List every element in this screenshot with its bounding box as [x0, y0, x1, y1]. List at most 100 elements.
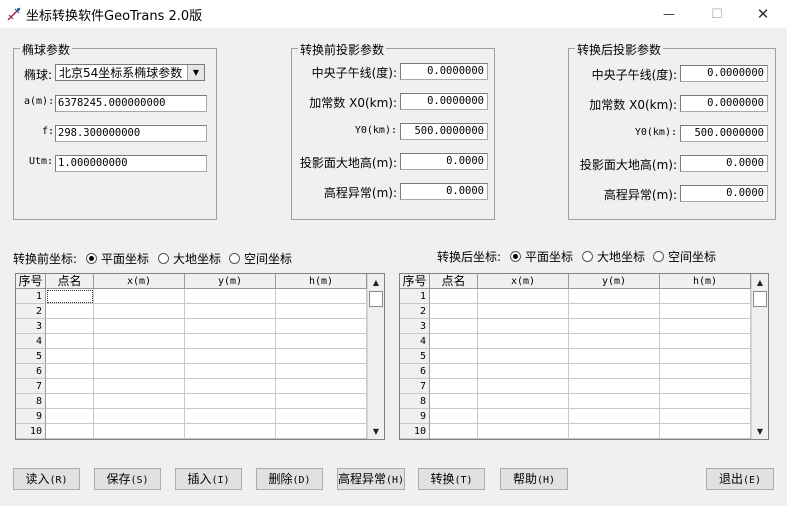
help-button[interactable]: 帮助(H) [500, 468, 568, 490]
dropdown-arrow-icon[interactable]: ▼ [187, 65, 204, 80]
after-x0-field[interactable]: 0.0000000 [680, 95, 768, 112]
after-coords-radio-label-2[interactable]: 空间坐标 [668, 248, 716, 265]
after-table-cell[interactable] [660, 349, 751, 364]
before-table-cell[interactable] [185, 319, 276, 334]
after-table-cell[interactable] [569, 409, 660, 424]
before-table-cell[interactable] [94, 304, 185, 319]
minimize-button[interactable]: — [646, 0, 692, 28]
before-table-cell[interactable] [46, 379, 94, 394]
read-button[interactable]: 读入(R) [13, 468, 80, 490]
after-table-cell[interactable] [660, 289, 751, 304]
exit-button[interactable]: 退出(E) [706, 468, 774, 490]
after-table-cell[interactable] [660, 394, 751, 409]
before-row-number[interactable]: 9 [16, 409, 46, 424]
before-table-cell[interactable] [185, 304, 276, 319]
after-row-number[interactable]: 4 [400, 334, 430, 349]
after-table-scrollbar[interactable]: ▲ ▼ [751, 274, 768, 439]
after-coords-radio-0[interactable] [510, 251, 521, 262]
after-row-number[interactable]: 2 [400, 304, 430, 319]
after-coords-table[interactable]: 序号 点名 x(m) y(m) h(m) 1 2 3 4 5 6 7 8 9 10 ▲ ▼ [399, 273, 769, 440]
after-coords-radio-label-1[interactable]: 大地坐标 [597, 248, 645, 265]
after-col-header[interactable]: h(m) [660, 274, 751, 289]
after-table-cell[interactable] [569, 289, 660, 304]
after-table-cell[interactable] [569, 304, 660, 319]
before-coords-radio-1[interactable] [158, 253, 169, 264]
scroll-thumb[interactable] [369, 291, 383, 307]
after-table-cell[interactable] [430, 334, 478, 349]
after-table-cell[interactable] [569, 364, 660, 379]
before-table-scrollbar[interactable]: ▲ ▼ [367, 274, 384, 439]
after-table-cell[interactable] [569, 379, 660, 394]
before-table-cell[interactable] [185, 409, 276, 424]
after-row-number[interactable]: 7 [400, 379, 430, 394]
before-table-cell[interactable] [46, 289, 94, 304]
before-row-number[interactable]: 6 [16, 364, 46, 379]
before-row-number[interactable]: 7 [16, 379, 46, 394]
after-coords-radio-2[interactable] [653, 251, 664, 262]
before-table-cell[interactable] [276, 364, 367, 379]
after-row-number[interactable]: 10 [400, 424, 430, 439]
before-table-cell[interactable] [276, 409, 367, 424]
scroll-down-icon[interactable]: ▼ [368, 423, 384, 439]
before-row-number[interactable]: 8 [16, 394, 46, 409]
after-row-number[interactable]: 8 [400, 394, 430, 409]
after-table-cell[interactable] [430, 319, 478, 334]
after-y0-field[interactable]: 500.0000000 [680, 125, 768, 142]
before-table-cell[interactable] [46, 349, 94, 364]
before-table-cell[interactable] [94, 379, 185, 394]
before-table-cell[interactable] [276, 289, 367, 304]
before-anomaly-field[interactable]: 0.0000 [400, 183, 488, 200]
before-table-cell[interactable] [46, 424, 94, 439]
before-table-cell[interactable] [276, 319, 367, 334]
before-row-number[interactable]: 5 [16, 349, 46, 364]
before-table-cell[interactable] [46, 364, 94, 379]
before-table-cell[interactable] [276, 349, 367, 364]
before-coords-radio-label-0[interactable]: 平面坐标 [101, 250, 149, 267]
before-table-cell[interactable] [94, 349, 185, 364]
f-field[interactable]: 298.300000000 [55, 125, 207, 142]
before-table-cell[interactable] [46, 394, 94, 409]
after-table-cell[interactable] [660, 379, 751, 394]
save-button[interactable]: 保存(S) [94, 468, 161, 490]
after-table-cell[interactable] [430, 379, 478, 394]
before-table-cell[interactable] [185, 349, 276, 364]
before-col-header[interactable]: x(m) [94, 274, 185, 289]
close-button[interactable]: ✕ [740, 0, 786, 28]
after-table-cell[interactable] [430, 409, 478, 424]
before-coords-radio-2[interactable] [229, 253, 240, 264]
before-height-field[interactable]: 0.0000 [400, 153, 488, 170]
after-table-cell[interactable] [478, 394, 569, 409]
after-col-header[interactable]: 序号 [400, 274, 430, 289]
before-row-number[interactable]: 4 [16, 334, 46, 349]
before-table-cell[interactable] [276, 424, 367, 439]
after-meridian-field[interactable]: 0.0000000 [680, 65, 768, 82]
before-table-cell[interactable] [46, 334, 94, 349]
scroll-down-icon[interactable]: ▼ [752, 423, 768, 439]
after-table-cell[interactable] [478, 304, 569, 319]
before-table-cell[interactable] [94, 424, 185, 439]
before-x0-field[interactable]: 0.0000000 [400, 93, 488, 110]
before-table-cell[interactable] [185, 289, 276, 304]
scroll-up-icon[interactable]: ▲ [368, 274, 384, 290]
after-row-number[interactable]: 9 [400, 409, 430, 424]
ellipsoid-select[interactable]: 北京54坐标系椭球参数 [55, 64, 205, 81]
after-table-cell[interactable] [478, 334, 569, 349]
before-table-cell[interactable] [46, 319, 94, 334]
before-row-number[interactable]: 10 [16, 424, 46, 439]
after-table-cell[interactable] [430, 289, 478, 304]
after-table-cell[interactable] [660, 319, 751, 334]
before-table-cell[interactable] [94, 319, 185, 334]
after-row-number[interactable]: 3 [400, 319, 430, 334]
delete-button[interactable]: 删除(D) [256, 468, 323, 490]
before-col-header[interactable]: 点名 [46, 274, 94, 289]
height-anomaly-button[interactable]: 高程异常(H) [337, 468, 405, 490]
before-table-cell[interactable] [276, 304, 367, 319]
after-table-cell[interactable] [430, 364, 478, 379]
after-table-cell[interactable] [660, 364, 751, 379]
maximize-button[interactable]: ☐ [694, 0, 740, 28]
after-table-cell[interactable] [478, 349, 569, 364]
after-col-header[interactable]: y(m) [569, 274, 660, 289]
before-table-cell[interactable] [94, 289, 185, 304]
utm-field[interactable]: 1.000000000 [55, 155, 207, 172]
before-table-cell[interactable] [185, 424, 276, 439]
